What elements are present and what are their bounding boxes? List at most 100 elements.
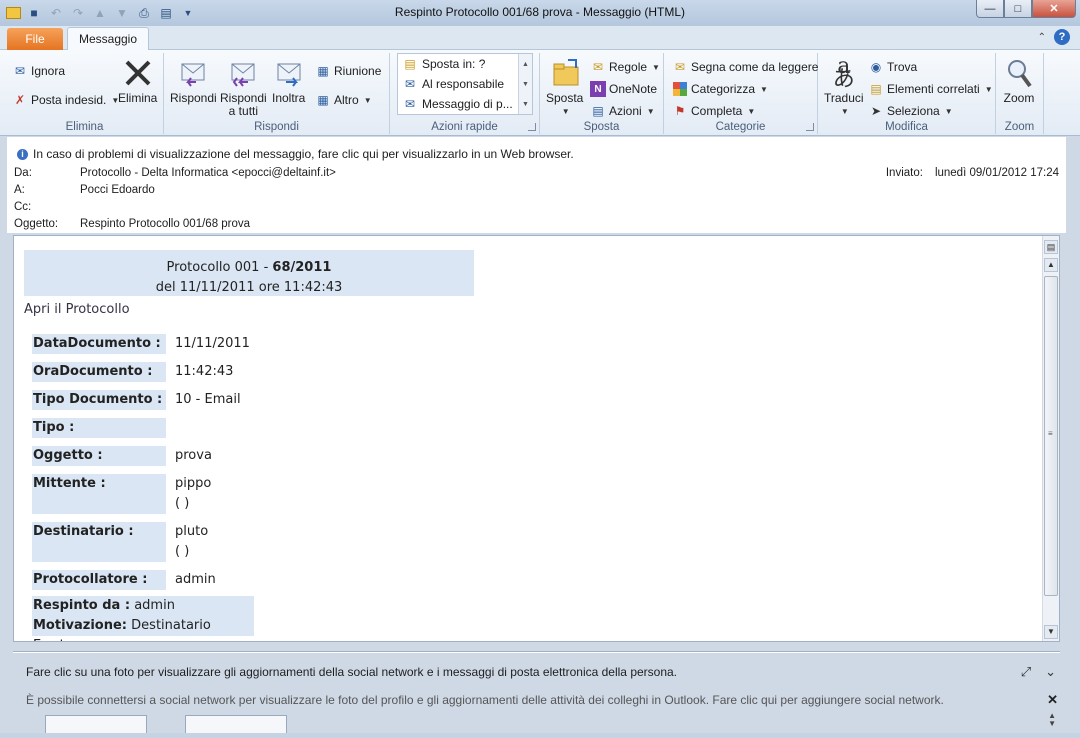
elimina-button[interactable]: Elimina — [118, 57, 157, 105]
outlook-icon[interactable] — [6, 7, 21, 19]
close-button[interactable]: ✕ — [1032, 0, 1076, 18]
scroll-up-icon[interactable]: ▲ — [1044, 258, 1058, 272]
undo-icon[interactable]: ↶ — [47, 5, 65, 21]
window-controls: — □ ✕ — [976, 0, 1076, 18]
rispondi-a-tutti-button[interactable]: Rispondi a tutti — [220, 57, 267, 118]
completa-button[interactable]: ⚑ Completa ▼ — [672, 103, 756, 119]
scroll-down-icon[interactable]: ▼ — [1044, 625, 1058, 639]
rules-icon: ✉ — [592, 60, 604, 74]
group-modifica: aあ Traduci ▼ ◉ Trova ▤ Elementi correlat… — [818, 53, 996, 134]
azioni-button[interactable]: ▤ Azioni ▼ — [590, 103, 655, 119]
preview-icon[interactable]: ▤ — [157, 5, 175, 21]
social-scroll-icon[interactable]: ▲ ▼ — [1048, 712, 1056, 728]
seleziona-button[interactable]: ➤ Seleziona ▼ — [868, 103, 953, 119]
dropdown-arrow-icon: ▼ — [760, 84, 768, 94]
dropdown-arrow-icon: ▼ — [363, 95, 372, 105]
more-icon: ▦ — [317, 93, 329, 107]
save-icon[interactable]: ■ — [25, 5, 43, 21]
quick-steps-gallery: ▤ Sposta in: ? ✉ Al responsabile ✉ Messa… — [397, 53, 533, 115]
mark-unread-icon: ✉ — [674, 60, 686, 74]
magnifier-icon — [1003, 57, 1035, 89]
categorize-icon — [672, 81, 688, 97]
social-pane-splitter[interactable] — [13, 651, 1060, 653]
ignora-button[interactable]: ✉ Ignora — [12, 63, 65, 79]
quick-steps-scroll[interactable]: ▲ ▼ ▼ — [518, 54, 532, 114]
dropdown-arrow-icon: ▼ — [840, 107, 849, 116]
delete-icon — [122, 57, 154, 89]
cc-row: Cc: — [14, 201, 32, 213]
rispondi-button[interactable]: Rispondi — [170, 57, 217, 105]
altro-button[interactable]: ▦ Altro ▼ — [315, 92, 372, 108]
down-arrow-icon[interactable]: ▼ — [113, 5, 131, 21]
inoltra-button[interactable]: Inoltra — [272, 57, 305, 105]
print-icon[interactable]: ⎙ — [135, 5, 153, 21]
message-body[interactable]: Protocollo 001 - 68/2011 del 11/11/2011 … — [13, 235, 1060, 642]
related-items-icon: ▤ — [870, 82, 882, 96]
scroll-down-icon[interactable]: ▼ — [522, 81, 529, 88]
trova-button[interactable]: ◉ Trova — [868, 59, 917, 75]
dialog-launcher-icon[interactable] — [528, 123, 536, 131]
move-folder-icon: ▤ — [404, 57, 416, 71]
info-bar[interactable]: i In caso di problemi di visualizzazione… — [17, 147, 574, 161]
quick-step-al-responsabile[interactable]: ✉ Al responsabile — [398, 74, 532, 94]
select-cursor-icon: ➤ — [870, 104, 882, 118]
tab-file[interactable]: File — [7, 28, 63, 50]
protocol-date: del 11/11/2011 ore 11:42:43 — [155, 280, 343, 295]
onenote-button[interactable]: N OneNote — [590, 81, 657, 97]
categorizza-button[interactable]: Categorizza ▼ — [672, 81, 768, 97]
customize-qat-icon[interactable]: ▼ — [179, 5, 197, 21]
ignore-icon: ✉ — [14, 64, 26, 78]
dropdown-arrow-icon: ▼ — [646, 106, 655, 116]
apri-protocollo-link[interactable]: Apri il Protocollo — [24, 302, 474, 317]
up-arrow-icon[interactable]: ▲ — [91, 5, 109, 21]
onenote-icon: N — [590, 81, 606, 97]
info-icon: i — [17, 148, 28, 160]
dropdown-arrow-icon: ▼ — [561, 107, 570, 116]
reply-icon — [177, 57, 209, 89]
protocol-number: 68/2011 — [272, 260, 332, 275]
expand-gallery-icon[interactable]: ▼ — [522, 101, 529, 108]
maximize-button[interactable]: □ — [1004, 0, 1032, 18]
redo-icon[interactable]: ↷ — [69, 5, 87, 21]
expand-icon[interactable]: ⤢ — [1021, 664, 1031, 680]
social-pane-controls: ⤢ ⌄ — [1021, 664, 1056, 680]
split-view-icon[interactable]: ▤ — [1044, 240, 1058, 254]
elementi-correlati-button[interactable]: ▤ Elementi correlati ▼ — [868, 81, 992, 97]
protocol-header: Protocollo 001 - 68/2011 del 11/11/2011 … — [24, 250, 474, 296]
help-icon[interactable]: ? — [1054, 29, 1070, 45]
quick-step-messaggio[interactable]: ✉ Messaggio di p... — [398, 94, 532, 114]
dialog-launcher-icon[interactable] — [806, 123, 814, 131]
social-pane-info[interactable]: Fare clic su una foto per visualizzare g… — [26, 665, 677, 679]
minimize-button[interactable]: — — [976, 0, 1004, 18]
meeting-icon: ▦ — [317, 64, 329, 78]
scroll-up-icon[interactable]: ▲ — [522, 61, 529, 68]
zoom-button[interactable]: Zoom — [1003, 57, 1035, 105]
vertical-scrollbar[interactable]: ▤ ▲ ≡ ▼ — [1042, 236, 1059, 641]
segna-da-leggere-button[interactable]: ✉ Segna come da leggere — [672, 59, 818, 75]
sent-row: Inviato: lunedì 09/01/2012 17:24 — [885, 167, 1059, 179]
binoculars-icon: ◉ — [870, 60, 882, 74]
social-network-prompt[interactable]: È possibile connettersi a social network… — [26, 693, 944, 707]
quick-step-sposta-in[interactable]: ▤ Sposta in: ? — [398, 54, 532, 74]
grip-icon: ≡ — [1048, 429, 1053, 438]
group-elimina: ✉ Ignora ✗ Posta indesid. ▼ Elimina Elim… — [6, 53, 164, 134]
scroll-thumb[interactable]: ≡ — [1044, 276, 1058, 596]
regole-button[interactable]: ✉ Regole ▼ — [590, 59, 660, 75]
traduci-button[interactable]: aあ Traduci ▼ — [824, 54, 864, 118]
collapse-ribbon-icon[interactable]: ⌃ — [1038, 32, 1046, 43]
sposta-button[interactable]: Sposta ▼ — [546, 57, 583, 118]
translate-icon: aあ — [832, 54, 855, 92]
tab-messaggio[interactable]: Messaggio — [67, 27, 149, 51]
dropdown-arrow-icon: ▼ — [747, 106, 756, 116]
dropdown-arrow-icon: ▼ — [652, 62, 660, 72]
group-categorie: ✉ Segna come da leggere Categorizza ▼ ⚑ … — [664, 53, 818, 134]
close-icon[interactable]: ✕ — [1047, 692, 1058, 708]
riunione-button[interactable]: ▦ Riunione — [315, 63, 381, 79]
to-value[interactable]: Pocci Edoardo — [80, 184, 155, 196]
chevron-down-icon[interactable]: ⌄ — [1045, 664, 1056, 680]
actions-icon: ▤ — [592, 104, 604, 118]
posta-indesiderata-button[interactable]: ✗ Posta indesid. ▼ — [12, 92, 119, 108]
title-bar: ■ ↶ ↷ ▲ ▼ ⎙ ▤ ▼ Respinto Protocollo 001/… — [0, 0, 1080, 26]
move-folder-icon — [549, 57, 581, 89]
from-value[interactable]: Protocollo - Delta Informatica <epocci@d… — [80, 167, 336, 179]
